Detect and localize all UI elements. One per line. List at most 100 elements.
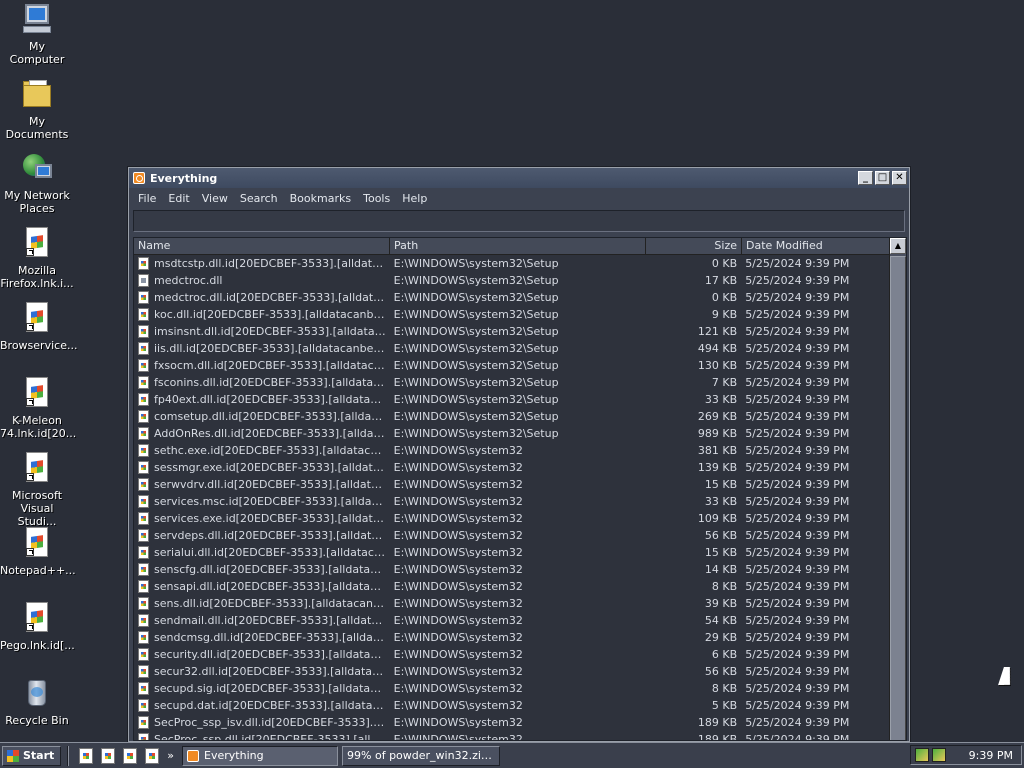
table-row[interactable]: sendcmsg.dll.id[20EDCBEF-3533].[alldatac… [134,629,891,646]
file-name-cell: medctroc.dll [134,272,390,289]
table-row[interactable]: servdeps.dll.id[20EDCBEF-3533].[alldatac… [134,527,891,544]
desktop-icon-pego[interactable]: Pego.lnk.id[... [0,601,75,652]
file-icon [138,478,149,491]
table-row[interactable]: sessmgr.exe.id[20EDCBEF-3533].[alldataca… [134,459,891,476]
clock[interactable]: 9:39 PM [969,749,1013,762]
file-date-modified: 5/25/2024 9:39 PM [745,359,850,372]
table-row[interactable]: fxsocm.dll.id[20EDCBEF-3533].[alldatacan… [134,357,891,374]
table-row[interactable]: fp40ext.dll.id[20EDCBEF-3533].[alldataca… [134,391,891,408]
quick-launch-shortcut-icon[interactable] [79,747,94,764]
table-row[interactable]: secupd.dat.id[20EDCBEF-3533].[alldatacan… [134,697,891,714]
file-name-cell: secupd.dat.id[20EDCBEF-3533].[alldatacan… [134,697,390,714]
quick-launch-shortcut-icon[interactable] [123,747,138,764]
minimize-button[interactable]: _ [858,171,873,185]
file-name-cell: serialui.dll.id[20EDCBEF-3533].[alldatac… [134,544,390,561]
desktop-icon-label: Pego.lnk.id[... [0,639,75,652]
tray-network-icon[interactable] [915,748,929,762]
result-rows: msdtcstp.dll.id[20EDCBEF-3533].[alldatac… [134,255,891,741]
column-header-name[interactable]: Name [134,238,390,254]
scrollbar-thumb[interactable] [890,256,906,740]
file-name: medctroc.dll.id[20EDCBEF-3533].[alldatac… [154,291,386,304]
file-date-modified: 5/25/2024 9:39 PM [745,580,850,593]
file-date-modified: 5/25/2024 9:39 PM [745,495,850,508]
table-row[interactable]: sendmail.dll.id[20EDCBEF-3533].[alldatac… [134,612,891,629]
vertical-scrollbar[interactable]: ▲ [889,238,906,740]
file-date-modified: 5/25/2024 9:39 PM [745,733,850,741]
close-button[interactable]: ✕ [892,171,907,185]
table-row[interactable]: msdtcstp.dll.id[20EDCBEF-3533].[alldatac… [134,255,891,272]
menu-tools[interactable]: Tools [357,192,396,205]
table-row[interactable]: koc.dll.id[20EDCBEF-3533].[alldatacanbeb… [134,306,891,323]
desktop-icon-browservice[interactable]: Browservice... [0,301,77,352]
table-row[interactable]: comsetup.dll.id[20EDCBEF-3533].[alldatac… [134,408,891,425]
table-row[interactable]: SecProc_ssp.dll.id[20EDCBEF-3533].[allda… [134,731,891,741]
column-header-size[interactable]: Size [646,238,742,254]
desktop-icon-notepad-plus[interactable]: Notepad++... [0,526,76,577]
table-row[interactable]: fsconins.dll.id[20EDCBEF-3533].[alldatac… [134,374,891,391]
desktop-icon-k-meleon[interactable]: K-Meleon 74.lnk.id[20... [0,376,76,440]
file-name: msdtcstp.dll.id[20EDCBEF-3533].[alldatac… [154,257,386,270]
start-button[interactable]: Start [2,745,62,766]
table-row[interactable]: security.dll.id[20EDCBEF-3533].[alldatac… [134,646,891,663]
table-row[interactable]: services.msc.id[20EDCBEF-3533].[alldatac… [134,493,891,510]
desktop-icon-recycle-bin[interactable]: Recycle Bin [0,676,74,727]
file-path: E:\WINDOWS\system32\Setup [393,359,559,372]
column-header-path[interactable]: Path [390,238,646,254]
file-icon [138,512,149,525]
file-size: 15 KB [704,546,738,559]
maximize-button[interactable]: □ [875,171,890,185]
menu-edit[interactable]: Edit [162,192,195,205]
menu-file[interactable]: File [132,192,162,205]
menu-search[interactable]: Search [234,192,284,205]
file-path: E:\WINDOWS\system32\Setup [393,376,559,389]
file-icon [138,529,149,542]
file-name: fsconins.dll.id[20EDCBEF-3533].[alldatac… [154,376,386,389]
taskbar-button-everything[interactable]: Everything [182,745,339,766]
table-row[interactable]: AddOnRes.dll.id[20EDCBEF-3533].[alldatac… [134,425,891,442]
taskbar-button-download[interactable]: 99% of powder_win32.zip Co... [342,745,501,766]
quick-launch-more-chevron-icon[interactable]: » [167,749,174,762]
file-date-modified: 5/25/2024 9:39 PM [745,342,850,355]
table-row[interactable]: sens.dll.id[20EDCBEF-3533].[alldatacanbe… [134,595,891,612]
table-row[interactable]: medctroc.dll E:\WINDOWS\system32\Setup 17 … [134,272,891,289]
menu-view[interactable]: View [196,192,234,205]
window-titlebar[interactable]: Everything _ □ ✕ [129,168,909,188]
table-row[interactable]: imsinsnt.dll.id[20EDCBEF-3533].[alldatac… [134,323,891,340]
table-row[interactable]: secupd.sig.id[20EDCBEF-3533].[alldatacan… [134,680,891,697]
desktop-icon-my-documents[interactable]: My Documents [0,77,74,141]
file-icon [138,682,149,695]
desktop-icon-visual-studio[interactable]: Microsoft Visual Studi... [0,451,74,528]
quick-launch-shortcut-icon[interactable] [101,747,116,764]
column-header-date-modified[interactable]: Date Modified [742,238,892,254]
tray-app-icon[interactable] [932,748,946,762]
file-name: SecProc_ssp_isv.dll.id[20EDCBEF-3533].[a… [154,716,386,729]
quick-launch-shortcut-icon[interactable] [145,747,160,764]
menu-help[interactable]: Help [396,192,433,205]
file-size: 139 KB [697,461,738,474]
scroll-up-arrow-icon[interactable]: ▲ [890,238,906,254]
table-row[interactable]: sethc.exe.id[20EDCBEF-3533].[alldatacanb… [134,442,891,459]
taskbar: Start » Everything 99% of powder_win32.z… [0,742,1024,768]
menu-bookmarks[interactable]: Bookmarks [284,192,357,205]
table-row[interactable]: serialui.dll.id[20EDCBEF-3533].[alldatac… [134,544,891,561]
file-path: E:\WINDOWS\system32 [393,478,523,491]
file-name-cell: secur32.dll.id[20EDCBEF-3533].[alldataca… [134,663,390,680]
file-path: E:\WINDOWS\system32\Setup [393,393,559,406]
file-date-modified: 5/25/2024 9:39 PM [745,376,850,389]
desktop-icon-firefox[interactable]: Mozilla Firefox.lnk.i... [0,226,74,290]
table-row[interactable]: medctroc.dll.id[20EDCBEF-3533].[alldatac… [134,289,891,306]
file-path: E:\WINDOWS\system32 [393,512,523,525]
table-row[interactable]: SecProc_ssp_isv.dll.id[20EDCBEF-3533].[a… [134,714,891,731]
table-row[interactable]: sensapi.dll.id[20EDCBEF-3533].[alldataca… [134,578,891,595]
file-size: 0 KB [711,291,738,304]
table-row[interactable]: serwvdrv.dll.id[20EDCBEF-3533].[alldatac… [134,476,891,493]
table-row[interactable]: iis.dll.id[20EDCBEF-3533].[alldatacanbeb… [134,340,891,357]
desktop-icon-my-computer[interactable]: My Computer [0,2,74,66]
network-places-icon [20,151,54,185]
search-input[interactable] [133,210,905,232]
desktop-icon-network-places[interactable]: My Network Places [0,151,74,215]
table-row[interactable]: senscfg.dll.id[20EDCBEF-3533].[alldataca… [134,561,891,578]
everything-app-icon[interactable] [133,172,145,184]
table-row[interactable]: services.exe.id[20EDCBEF-3533].[alldatac… [134,510,891,527]
table-row[interactable]: secur32.dll.id[20EDCBEF-3533].[alldataca… [134,663,891,680]
